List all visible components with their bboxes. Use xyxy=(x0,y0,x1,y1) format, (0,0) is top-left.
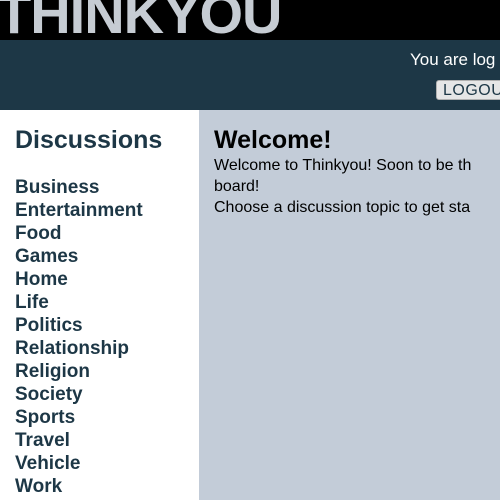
topic-link-religion[interactable]: Religion xyxy=(15,360,143,383)
topic-list: Business Entertainment Food Games Home L… xyxy=(15,176,143,498)
account-bar: You are log LOGOU xyxy=(0,40,500,110)
welcome-line: Welcome to Thinkyou! Soon to be th xyxy=(214,157,472,174)
topic-link-business[interactable]: Business xyxy=(15,176,143,199)
site-logo[interactable]: THINKYOU xyxy=(0,0,282,40)
welcome-line: Choose a discussion topic to get sta xyxy=(214,199,471,216)
topic-link-society[interactable]: Society xyxy=(15,383,143,406)
login-status-text: You are log xyxy=(410,50,496,69)
topic-link-games[interactable]: Games xyxy=(15,245,143,268)
sidebar: Discussions Business Entertainment Food … xyxy=(0,110,199,500)
topic-link-sports[interactable]: Sports xyxy=(15,406,143,429)
main-content: Welcome! Welcome to Thinkyou! Soon to be… xyxy=(199,110,500,500)
site-banner: THINKYOU xyxy=(0,0,500,40)
logout-button[interactable]: LOGOU xyxy=(436,80,500,100)
welcome-heading: Welcome! xyxy=(214,126,332,154)
topic-link-life[interactable]: Life xyxy=(15,291,143,314)
sidebar-title: Discussions xyxy=(15,126,163,154)
welcome-message: Welcome to Thinkyou! Soon to be th board… xyxy=(214,155,500,218)
topic-link-relationship[interactable]: Relationship xyxy=(15,337,143,360)
topic-link-vehicle[interactable]: Vehicle xyxy=(15,452,143,475)
topic-link-work[interactable]: Work xyxy=(15,475,143,498)
topic-link-home[interactable]: Home xyxy=(15,268,143,291)
topic-link-food[interactable]: Food xyxy=(15,222,143,245)
topic-link-politics[interactable]: Politics xyxy=(15,314,143,337)
topic-link-travel[interactable]: Travel xyxy=(15,429,143,452)
topic-link-entertainment[interactable]: Entertainment xyxy=(15,199,143,222)
welcome-line: board! xyxy=(214,178,260,195)
